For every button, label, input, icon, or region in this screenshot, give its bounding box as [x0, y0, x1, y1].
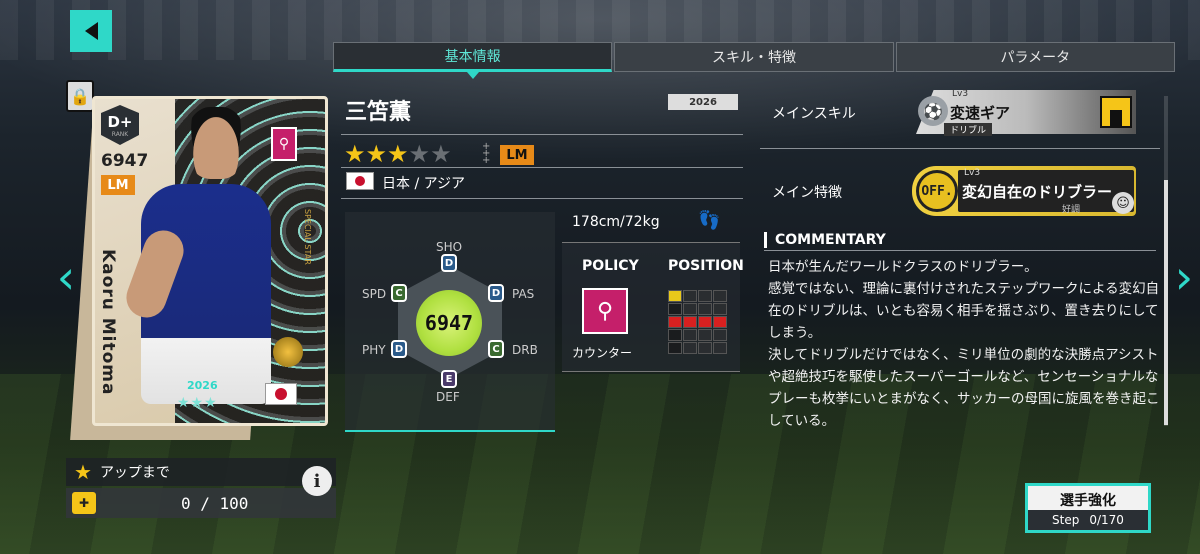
stat-label-drb: DRB: [512, 343, 538, 357]
star-empty-icon: ★: [408, 140, 431, 168]
stat-grade-pas: D: [488, 284, 504, 302]
stat-label-spd: SPD: [362, 287, 387, 301]
plus-icon: + + +: [482, 141, 491, 166]
card-special-text: SPECIAL STAR: [303, 209, 312, 265]
info-button[interactable]: i: [302, 466, 332, 496]
enhance-player-button[interactable]: 選手強化 Step 0/170: [1025, 483, 1151, 533]
policy-name: カウンター: [572, 346, 633, 360]
offense-badge-icon: OFF.: [916, 170, 958, 212]
stat-grade-drb: C: [488, 340, 504, 358]
japan-flag-icon: [346, 172, 374, 190]
prev-player-arrow-icon[interactable]: ‹: [54, 245, 78, 309]
card-policy-icon: ⚲: [271, 127, 297, 161]
divider: [341, 167, 743, 168]
main-skill-name: 変速ギア: [950, 104, 1011, 122]
policy-counter-icon[interactable]: ⚲: [582, 288, 628, 334]
upgrade-value: 0 / 100: [181, 493, 249, 513]
enhance-step-value: 0/170: [1089, 513, 1124, 527]
ovr-value: 6947: [416, 290, 482, 356]
position-header: POSITION: [668, 258, 744, 274]
dribble-icon: ⚽: [918, 96, 948, 126]
stat-label-phy: PHY: [362, 343, 386, 357]
tab-skills-traits[interactable]: スキル・特徴: [614, 42, 894, 72]
year-badge: 2026: [668, 94, 738, 110]
tab-basic-info[interactable]: 基本情報: [333, 42, 613, 79]
stat-label-sho: SHO: [436, 240, 463, 254]
stat-grade-def: E: [441, 370, 457, 388]
main-trait-level: Lv3: [964, 168, 981, 178]
main-skill-level: Lv3: [952, 89, 969, 99]
star-filled-icon: ★: [387, 140, 409, 168]
commentary-paragraph: 日本が生んだワールドクラスのドリブラー。: [768, 259, 1038, 275]
commentary-title: COMMENTARY: [764, 232, 886, 248]
back-button[interactable]: [70, 10, 112, 52]
footprint-icon: 👣: [698, 210, 721, 231]
position-map[interactable]: [668, 290, 727, 354]
nationality: 日本 / アジア: [382, 176, 466, 192]
divider: [341, 134, 743, 135]
commentary-paragraph: 決してドリブルだけではなく、ミリ単位の劇的な決勝点アシストや超絶技巧を駆使したス…: [768, 347, 1160, 429]
back-arrow-icon: [84, 22, 98, 40]
star-filled-icon: ★: [365, 140, 388, 168]
player-card[interactable]: D+ RANK 6947 LM Kaoru Mitoma ⚲ SPECIAL S…: [92, 96, 328, 426]
card-year: 2026: [187, 379, 218, 392]
height-weight: 178cm/72kg: [572, 214, 660, 230]
divider: [764, 250, 1156, 251]
star-empty-icon: ★: [430, 140, 452, 168]
card-flag-icon: [265, 383, 297, 405]
main-trait-label: メイン特徴: [772, 185, 842, 201]
next-player-arrow-icon[interactable]: ›: [1172, 245, 1196, 309]
card-ovr: 6947: [101, 151, 149, 171]
main-trait-name: 変幻自在のドリブラー: [962, 183, 1113, 201]
stat-grade-spd: C: [391, 284, 407, 302]
card-stars: ★★★: [177, 395, 218, 411]
card-player-name: Kaoru Mitoma: [98, 249, 118, 396]
divider: [760, 148, 1160, 149]
stat-label-def: DEF: [436, 390, 460, 404]
main-trait-condition: 好調: [1062, 205, 1081, 215]
player-stars: ★★★★★: [344, 140, 452, 168]
commentary-text: 日本が生んだワールドクラスのドリブラー。 感覚ではない、理論に裏付けされたステッ…: [768, 256, 1162, 432]
main-skill-category: ドリブル: [944, 123, 993, 136]
enhance-step-label: Step: [1052, 513, 1080, 527]
policy-header: POLICY: [582, 258, 639, 274]
enhance-title: 選手強化: [1060, 493, 1116, 509]
trophy-icon: [273, 337, 303, 367]
position-badge: LM: [500, 145, 534, 165]
rank-value: D+: [107, 112, 133, 131]
star-filled-icon: ★: [344, 140, 366, 168]
tab-parameters[interactable]: パラメータ: [895, 42, 1175, 72]
player-name: 三笘薫: [345, 100, 412, 125]
rank-label: RANK: [111, 130, 129, 138]
stat-grade-phy: D: [391, 340, 407, 358]
rank-badge: D+ RANK: [101, 105, 139, 145]
lock-icon[interactable]: 🔒: [66, 80, 94, 112]
tab-bar: 基本情報 スキル・特徴 パラメータ: [333, 42, 1177, 79]
upgrade-label: アップまで: [99, 465, 170, 481]
card-position: LM: [101, 175, 135, 195]
puzzle-icon: ✚: [72, 492, 96, 514]
stat-label-pas: PAS: [512, 287, 535, 301]
star-icon: ★: [74, 460, 92, 484]
scrollbar-thumb[interactable]: [1164, 180, 1168, 425]
divider: [341, 198, 743, 199]
skill-type-icon: [1100, 96, 1132, 128]
commentary-paragraph: 感覚ではない、理論に裏付けされたステップワークによる変幻自在のドリブルは、いとも…: [768, 281, 1160, 341]
main-skill-label: メインスキル: [772, 106, 856, 122]
stat-grade-sho: D: [441, 254, 457, 272]
player-image-head: [187, 107, 245, 179]
upgrade-panel: ★ アップまで ✚ 0 / 100 i: [66, 458, 336, 520]
smiley-icon: ☺: [1112, 192, 1134, 214]
